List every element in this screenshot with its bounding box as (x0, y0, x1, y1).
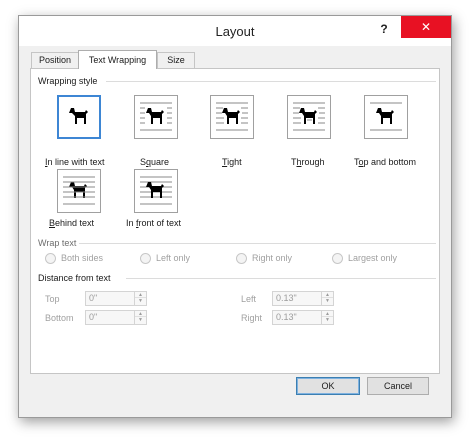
tab-position[interactable]: Position (31, 52, 79, 68)
wrap-label-behind-text: Behind text (49, 218, 95, 228)
title-bar: Layout ? ✕ (19, 16, 451, 46)
wrap-icon-behind-text-icon[interactable] (57, 169, 101, 213)
distance-heading: Distance from text (38, 273, 111, 283)
wrap-text-heading: Wrap text (38, 238, 77, 248)
left-spinbox[interactable]: 0.13" ▲ ▼ (272, 291, 334, 306)
radio-label-right-only: Right only (252, 253, 293, 263)
radio-circle[interactable] (236, 253, 247, 264)
wrap-text-divider (79, 243, 436, 244)
right-label: Right (241, 313, 263, 323)
top-spinbox[interactable]: 0" ▲ ▼ (85, 291, 147, 306)
help-button[interactable]: ? (374, 19, 394, 39)
wrap-icon-tight-icon[interactable] (210, 95, 254, 139)
bottom-value[interactable]: 0" (89, 312, 97, 322)
spin-down-icon[interactable]: ▼ (322, 317, 333, 323)
close-button[interactable]: ✕ (401, 16, 451, 38)
cancel-button[interactable]: Cancel (367, 377, 429, 395)
top-value[interactable]: 0" (89, 293, 97, 303)
top-label: Top (45, 294, 60, 304)
right-spin-arrows: ▲ ▼ (321, 311, 333, 324)
wrap-icon-top-and-bottom-icon[interactable] (364, 95, 408, 139)
radio-label-largest-only: Largest only (348, 253, 398, 263)
wrap-label-tight: Tight (222, 157, 242, 167)
spin-down-icon[interactable]: ▼ (135, 317, 146, 323)
ok-button[interactable]: OK (296, 377, 360, 395)
wrap-icon-in-front-of-text-icon[interactable] (134, 169, 178, 213)
left-label: Left (241, 294, 257, 304)
wrap-label-in-front-of-text: In front of text (126, 218, 182, 228)
tab-text-wrapping[interactable]: Text Wrapping (78, 50, 157, 69)
close-icon: ✕ (420, 20, 432, 34)
wrap-label-through: Through (291, 157, 325, 167)
radio-label-both-sides: Both sides (61, 253, 104, 263)
wrap-label-square: Square (140, 157, 170, 167)
layout-dialog: Layout ? ✕ Position Text Wrapping Size W… (18, 15, 452, 418)
top-spin-arrows: ▲ ▼ (134, 292, 146, 305)
left-value[interactable]: 0.13" (276, 293, 297, 303)
wrap-label-top-and-bottom: Top and bottom (354, 157, 417, 167)
wrap-label-in-line: In line with text (45, 157, 105, 167)
spin-down-icon[interactable]: ▼ (135, 298, 146, 304)
spin-down-icon[interactable]: ▼ (322, 298, 333, 304)
wrapping-style-heading: Wrapping style (38, 76, 98, 86)
bottom-spin-arrows: ▲ ▼ (134, 311, 146, 324)
wrap-icon-in-line-icon[interactable] (57, 95, 101, 139)
bottom-label: Bottom (45, 313, 74, 323)
radio-circle[interactable] (332, 253, 343, 264)
right-value[interactable]: 0.13" (276, 312, 297, 322)
radio-circle[interactable] (140, 253, 151, 264)
wrap-icon-square-icon[interactable] (134, 95, 178, 139)
radio-circle[interactable] (45, 253, 56, 264)
right-spinbox[interactable]: 0.13" ▲ ▼ (272, 310, 334, 325)
tab-size[interactable]: Size (157, 52, 195, 68)
wrapping-style-divider (106, 81, 436, 82)
left-spin-arrows: ▲ ▼ (321, 292, 333, 305)
bottom-spinbox[interactable]: 0" ▲ ▼ (85, 310, 147, 325)
distance-divider (126, 278, 436, 279)
radio-label-left-only: Left only (156, 253, 191, 263)
text-wrapping-panel: Wrapping style In line with text Square … (30, 68, 440, 374)
wrap-icon-through-icon[interactable] (287, 95, 331, 139)
